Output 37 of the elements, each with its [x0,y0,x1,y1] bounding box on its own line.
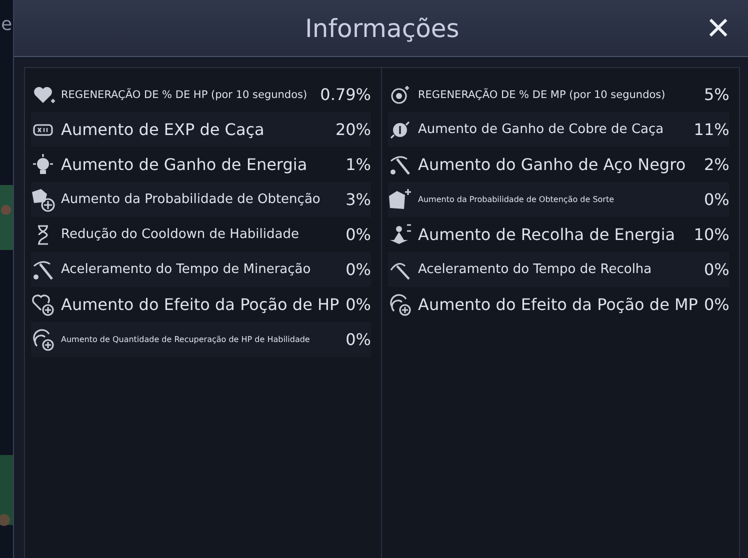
close-button[interactable]: × [702,12,734,44]
stat-value: 20% [335,120,371,139]
stat-value: 0% [346,295,371,314]
stat-value: 5% [704,85,730,104]
stat-label: REGENERAÇÃO DE % DE MP (por 10 segundos) [418,88,666,100]
stat-value: 0% [704,260,730,279]
heart-potion-icon [31,292,55,316]
stat-label: Aumento da Probabilidade de Obtenção [61,192,322,207]
swirl-plus-icon [31,328,55,352]
stat-value: 11% [694,120,730,139]
stat-label: Aumento do Efeito da Poção de MP [418,295,698,314]
stat-label: Aumento da Probabilidade de Obtenção de Sorte [418,195,616,204]
stat-value: 1% [346,155,371,174]
swirl-plus-icon [388,292,412,316]
stat-label: Aumento de Ganho de Energia [61,155,308,174]
lightbulb-icon [31,152,55,176]
stat-label: Aumento de Quantidade de Recuperação de HP de Habilidade [61,335,311,344]
stat-value: 2% [704,155,730,174]
stat-label: Aumento do Efeito da Poção de HP [61,295,340,314]
stat-value: 0% [346,225,371,244]
stat-label: REGENERAÇÃO DE % DE HP (por 10 segundos) [61,88,308,100]
stat-label: Aumento de Recolha de Energia [418,225,676,244]
stat-label: Aumento de Ganho de Cobre de Caça [418,122,665,137]
stat-label: Redução do Cooldown de Habilidade [61,227,300,242]
stat-value: 0% [346,330,371,349]
stat-value: 0% [704,190,730,209]
stat-value: 3% [346,190,371,209]
stat-label: Aumento de EXP de Caça [61,120,266,139]
stat-value: 0.79% [320,85,371,104]
stat-label: Aumento do Ganho de Aço Negro [418,155,687,174]
stat-value: 0% [704,295,730,314]
stat-label: Aceleramento do Tempo de Mineração [61,262,312,277]
backdrop-text: e [1,14,12,35]
stat-label: Aceleramento do Tempo de Recolha [418,262,653,277]
stat-value: 0% [346,260,371,279]
stat-value: 10% [694,225,730,244]
window-title: Informações [305,14,460,42]
